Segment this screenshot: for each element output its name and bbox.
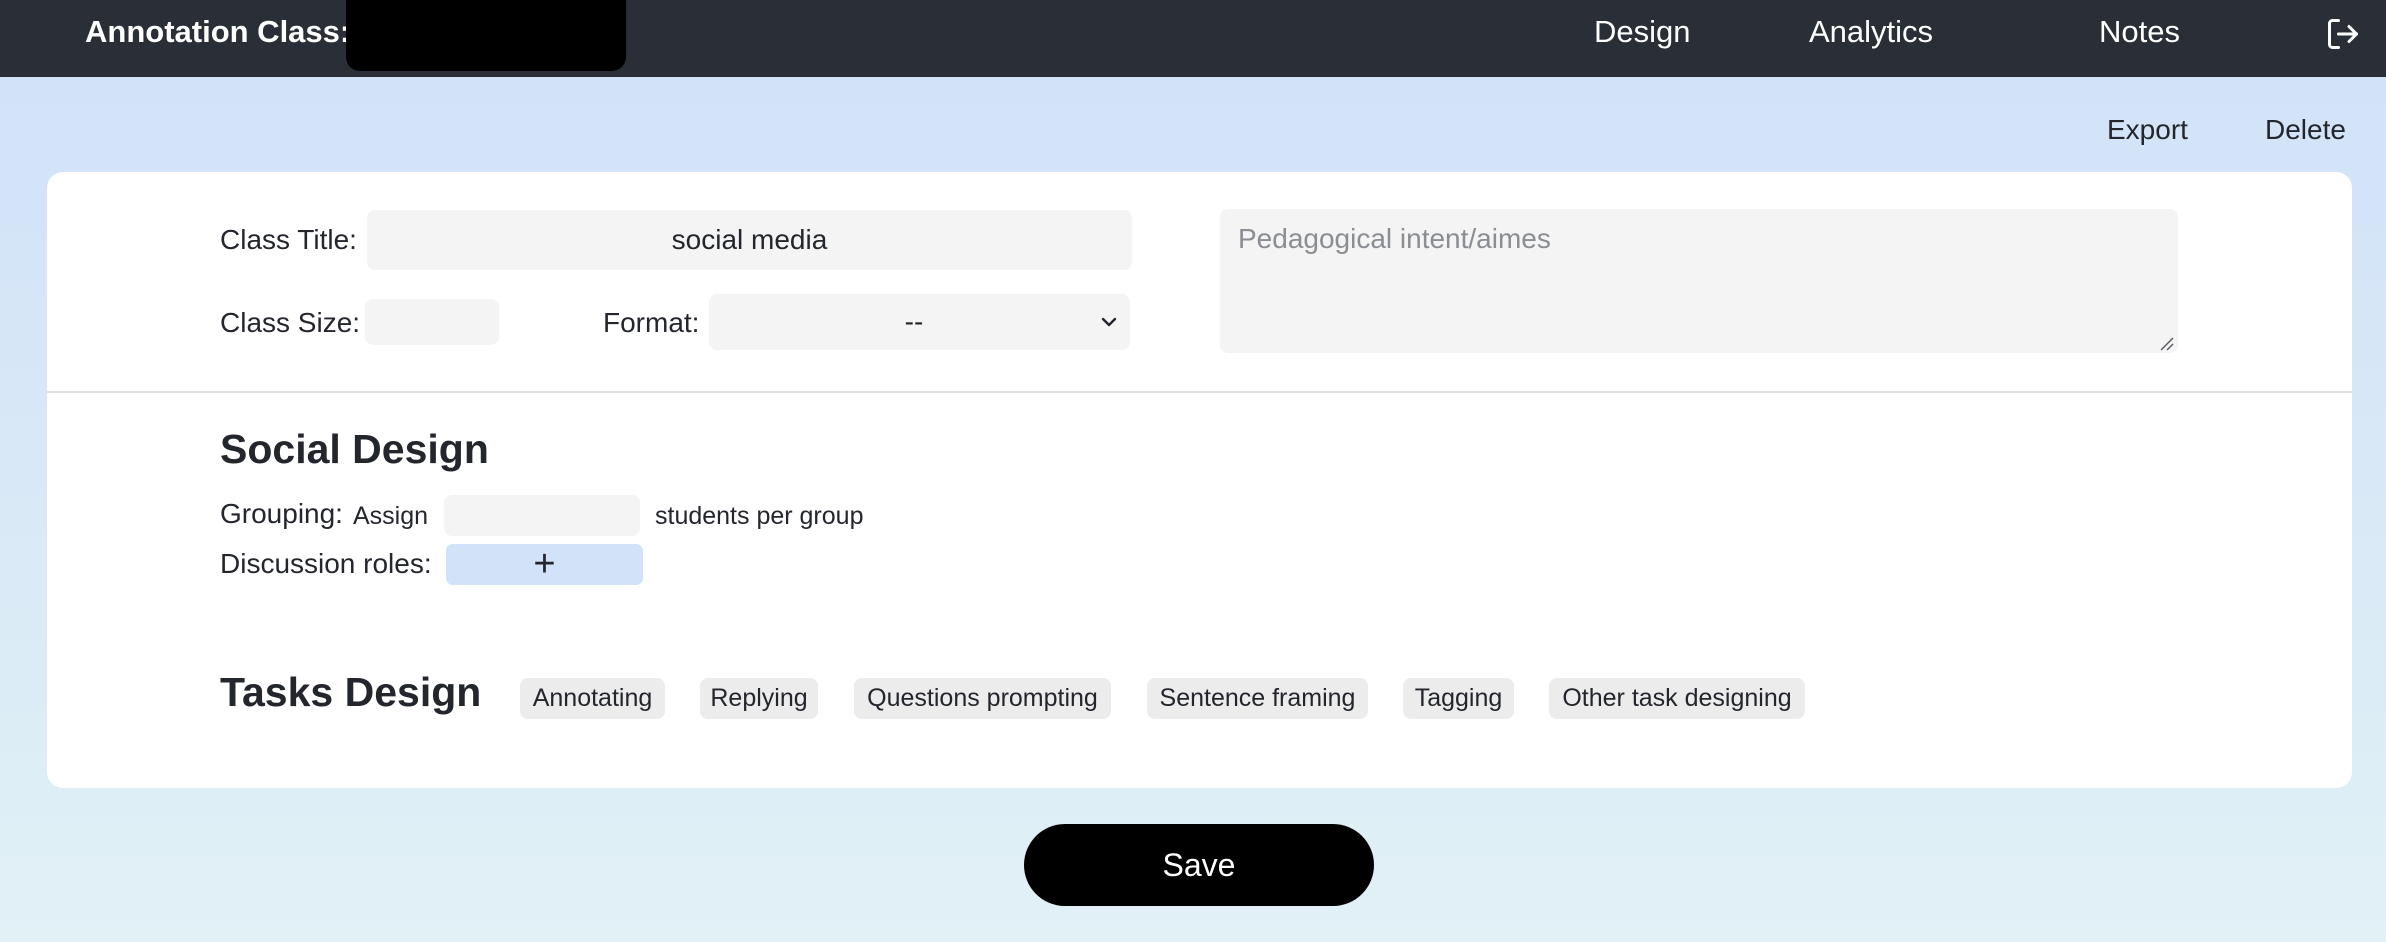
- discussion-roles-label: Discussion roles:: [220, 548, 432, 579]
- class-size-input[interactable]: [365, 299, 499, 345]
- nav-design[interactable]: Design: [1594, 14, 1691, 50]
- plus-icon: +: [533, 543, 556, 585]
- format-label: Format:: [603, 307, 700, 338]
- grouping-label: Grouping:: [220, 498, 343, 529]
- redacted-class-name: [346, 0, 626, 71]
- task-chip-other-task-designing[interactable]: Other task designing: [1549, 678, 1805, 719]
- task-chip-questions-prompting[interactable]: Questions prompting: [854, 678, 1111, 719]
- nav-analytics[interactable]: Analytics: [1809, 14, 1933, 50]
- group-size-input[interactable]: [444, 495, 640, 536]
- class-title-input[interactable]: [367, 210, 1132, 270]
- logout-icon[interactable]: [2325, 16, 2361, 52]
- pedagogical-intent-textarea[interactable]: [1220, 209, 2178, 353]
- export-link[interactable]: Export: [2107, 113, 2188, 147]
- task-chip-tagging[interactable]: Tagging: [1403, 678, 1514, 719]
- add-discussion-role-button[interactable]: +: [446, 544, 643, 585]
- page-title: Annotation Class:: [85, 14, 351, 49]
- class-size-label: Class Size:: [220, 307, 361, 338]
- save-button[interactable]: Save: [1024, 824, 1374, 906]
- task-chip-annotating[interactable]: Annotating: [520, 678, 665, 719]
- task-chip-replying[interactable]: Replying: [700, 678, 818, 719]
- social-design-heading: Social Design: [220, 426, 489, 472]
- students-per-group-label: students per group: [655, 502, 864, 530]
- nav-notes[interactable]: Notes: [2099, 14, 2180, 50]
- top-navigation-bar: Annotation Class: Design Analytics Notes: [0, 0, 2386, 77]
- format-select[interactable]: --: [709, 294, 1130, 350]
- section-divider: [47, 391, 2352, 393]
- task-chip-sentence-framing[interactable]: Sentence framing: [1147, 678, 1368, 719]
- assign-label: Assign: [353, 502, 429, 530]
- chevron-down-icon: [1101, 317, 1117, 327]
- class-design-card: Class Title: Class Size: Format: -- Soci…: [47, 172, 2352, 788]
- resize-handle-icon[interactable]: [2158, 335, 2174, 351]
- class-title-label: Class Title:: [220, 224, 357, 255]
- delete-link[interactable]: Delete: [2265, 113, 2346, 147]
- tasks-design-heading: Tasks Design: [220, 669, 482, 715]
- format-selected-value: --: [904, 306, 924, 337]
